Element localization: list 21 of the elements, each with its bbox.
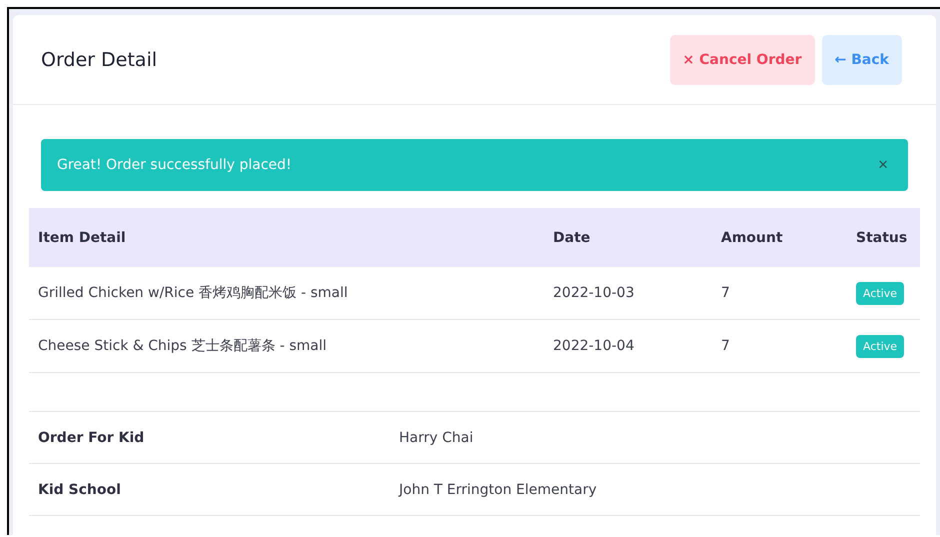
detail-label: Kid School: [38, 482, 122, 498]
column-header: Item Detail: [29, 208, 544, 267]
page-title: Order Detail: [41, 48, 158, 70]
table-cell: 7: [712, 320, 847, 372]
column-header: Status: [847, 208, 920, 267]
table-cell: Cheese Stick & Chips 芝士条配薯条 - small: [29, 320, 544, 372]
back-button[interactable]: ← Back: [822, 34, 902, 84]
status-badge: Active: [856, 335, 904, 358]
table-cell: 2022-10-04: [544, 320, 712, 372]
detail-value: Harry Chai: [399, 430, 474, 446]
status-badge: Active: [856, 282, 904, 305]
table-cell: 7: [712, 267, 847, 320]
column-header: Amount: [712, 208, 847, 267]
column-header: Date: [544, 208, 712, 267]
alert-message: Great! Order successfully placed!: [57, 157, 292, 173]
table-cell: Grilled Chicken w/Rice 香烤鸡胸配米饭 - small: [29, 267, 544, 320]
cancel-order-button[interactable]: × Cancel Order: [670, 34, 815, 84]
table-cell: 2022-10-03: [544, 267, 712, 320]
close-button[interactable]: ×: [874, 155, 892, 175]
detail-value: John T Errington Elementary: [399, 482, 598, 498]
detail-label: Order For Kid: [38, 430, 146, 446]
